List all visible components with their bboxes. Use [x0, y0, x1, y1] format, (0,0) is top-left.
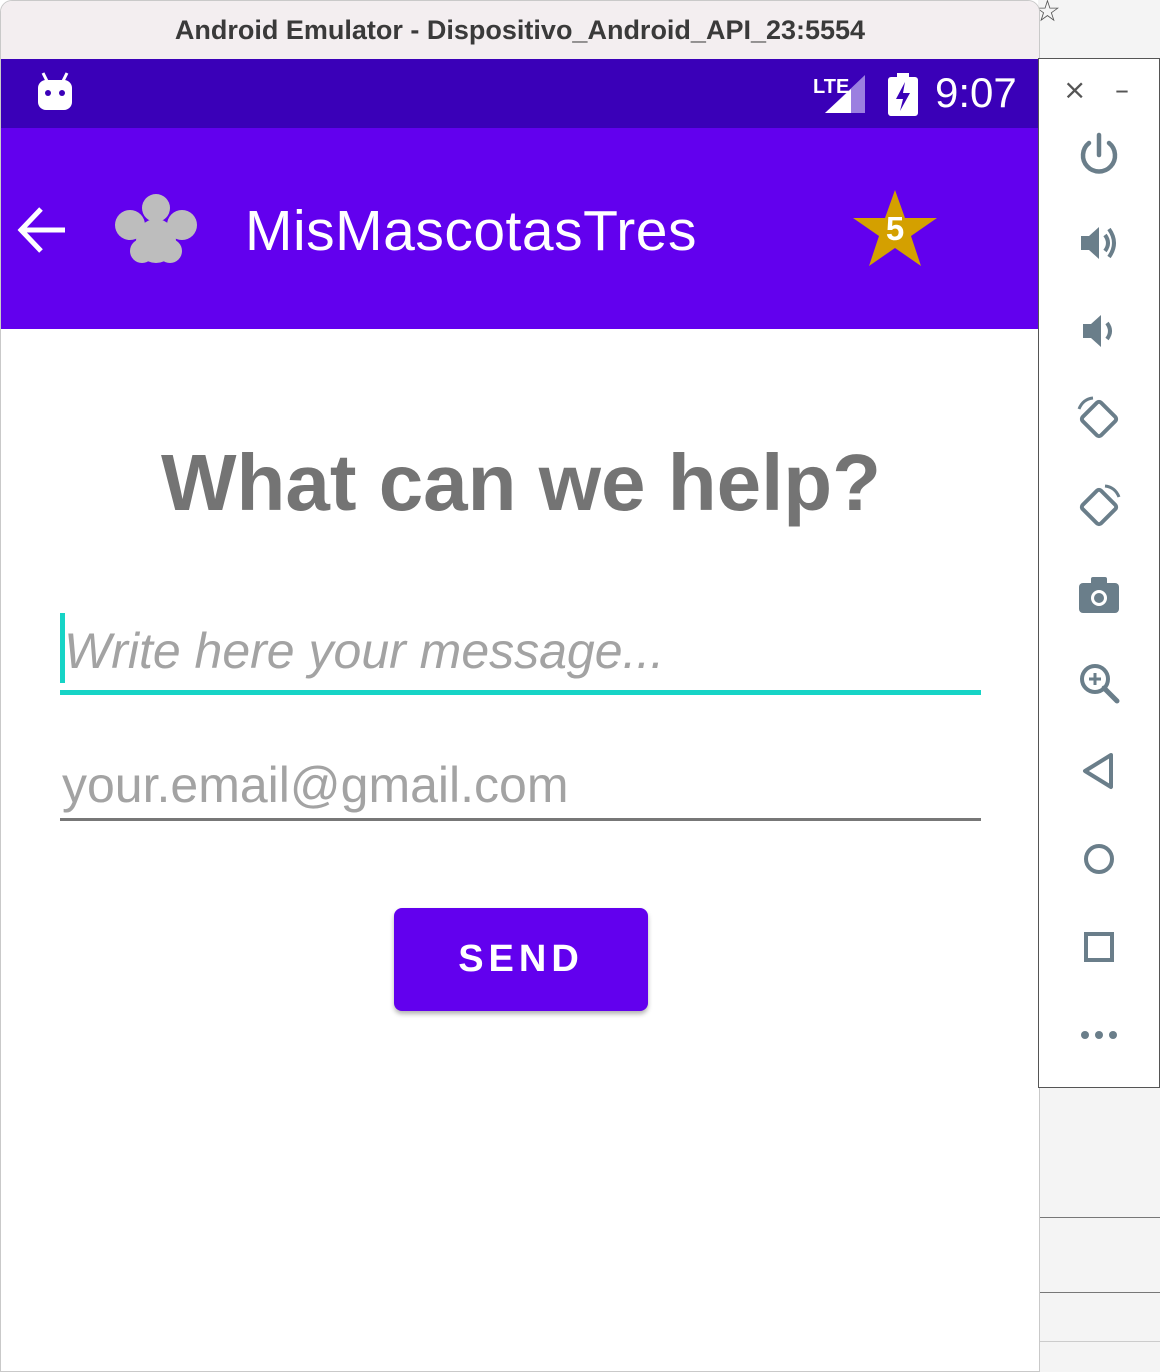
volume-down-icon[interactable] [1075, 307, 1123, 355]
status-bar: LTE 9:07 [1, 59, 1039, 128]
back-arrow-icon[interactable] [17, 205, 69, 255]
more-icon[interactable] [1075, 1011, 1123, 1059]
volume-up-icon[interactable] [1075, 219, 1123, 267]
nav-home-icon[interactable] [1075, 835, 1123, 883]
nav-overview-icon[interactable] [1075, 923, 1123, 971]
nav-back-icon[interactable] [1075, 747, 1123, 795]
zoom-icon[interactable] [1075, 659, 1123, 707]
toolbar-minimize-button[interactable]: – [1115, 73, 1129, 106]
window-titlebar[interactable]: Android Emulator - Dispositivo_Android_A… [1, 1, 1039, 59]
background-divider [1040, 1341, 1160, 1342]
rotate-right-icon[interactable] [1075, 483, 1123, 531]
status-clock: 9:07 [935, 69, 1017, 116]
emulator-side-toolbar: × – [1038, 58, 1160, 1088]
rating-badge-count: 5 [885, 210, 905, 247]
android-debug-icon [38, 72, 72, 110]
app-title: MisMascotasTres [245, 199, 697, 263]
power-icon[interactable] [1075, 131, 1123, 179]
battery-charging-icon [888, 73, 918, 116]
contact-form: What can we help? Write here your messag… [1, 329, 1039, 1371]
camera-icon[interactable] [1075, 571, 1123, 619]
toolbar-close-button[interactable]: × [1063, 73, 1086, 106]
email-placeholder: your.email@gmail.com [62, 757, 569, 813]
app-bar: MisMascotasTres 5 [1, 128, 1039, 329]
rotate-left-icon[interactable] [1075, 395, 1123, 443]
email-input[interactable]: your.email@gmail.com [60, 749, 981, 821]
lte-label: LTE [813, 76, 849, 98]
paw-logo-icon [115, 194, 197, 263]
message-input[interactable]: Write here your message... [60, 613, 981, 695]
message-placeholder: Write here your message... [64, 623, 665, 679]
background-divider [1040, 1217, 1160, 1218]
send-button[interactable]: SEND [394, 908, 648, 1011]
window-title: Android Emulator - Dispositivo_Android_A… [174, 14, 866, 45]
lte-signal-icon: LTE [813, 75, 865, 113]
background-divider [1040, 1292, 1160, 1293]
form-heading: What can we help? [160, 438, 882, 527]
emulator-window: Android Emulator - Dispositivo_Android_A… [0, 0, 1040, 1372]
